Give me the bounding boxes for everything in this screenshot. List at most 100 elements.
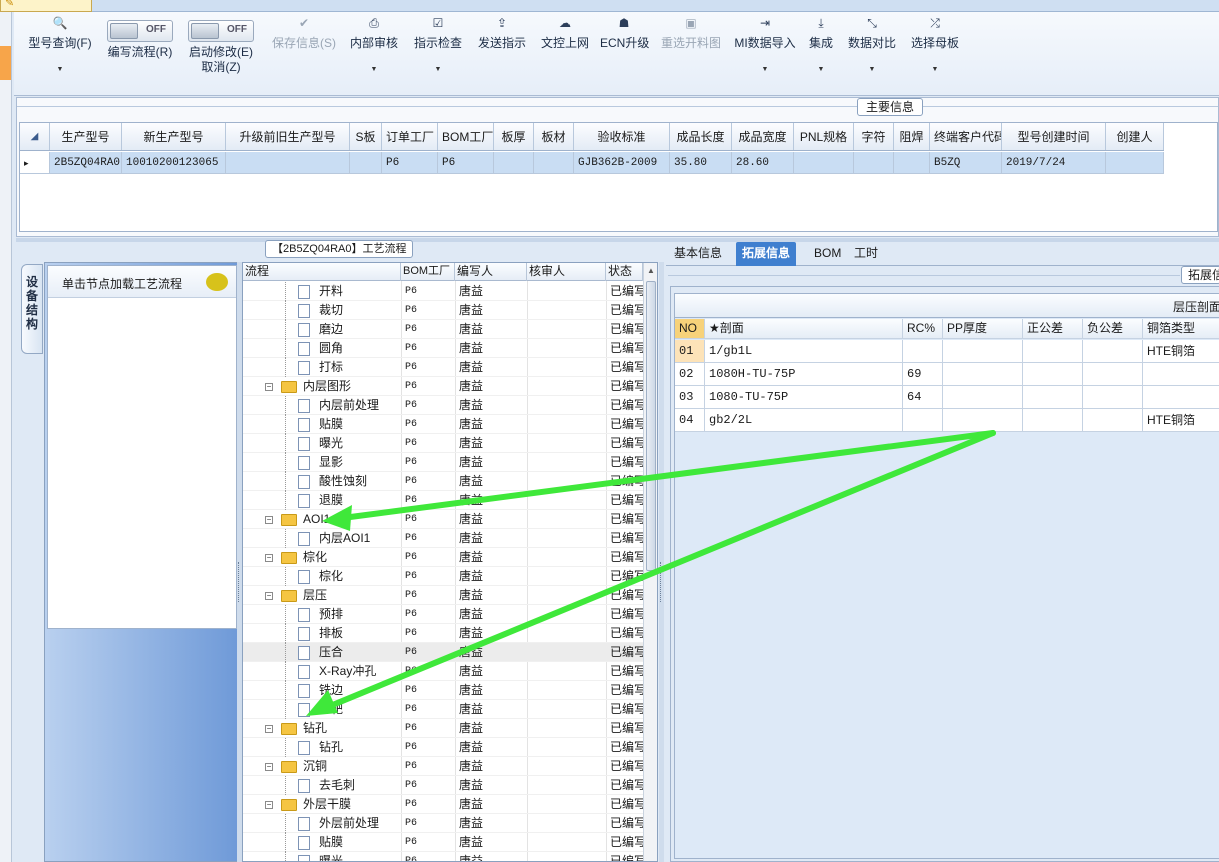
scroll-up-icon[interactable]: ▲ (647, 266, 655, 275)
table-cell[interactable] (1143, 363, 1219, 385)
column-header[interactable]: PP厚度 (943, 319, 1023, 338)
chevron-down-icon[interactable]: ▼ (730, 66, 800, 73)
table-cell[interactable] (1023, 363, 1083, 385)
table-cell[interactable]: 2019/7/24 (1002, 152, 1106, 173)
column-header[interactable]: 负公差 (1083, 319, 1143, 338)
table-cell[interactable] (903, 340, 943, 362)
tree-node[interactable]: 外层前处理 P6 唐益 已编写 (243, 814, 643, 833)
collapse-icon[interactable]: − (265, 383, 273, 391)
tree-node[interactable]: 曝光 P6 唐益 已编写 (243, 434, 643, 453)
table-cell[interactable]: 03 (675, 386, 705, 408)
chevron-down-icon[interactable]: ▼ (907, 66, 963, 73)
table-cell[interactable]: 28.60 (732, 152, 794, 173)
tree-node[interactable]: 去毛刺 P6 唐益 已编写 (243, 776, 643, 795)
table-cell[interactable] (1023, 386, 1083, 408)
column-header[interactable]: 订单工厂 (382, 123, 438, 150)
tab-3[interactable]: 工时 (848, 242, 884, 266)
enable-edit-toggle[interactable]: OFF 启动修改(E) 取消(Z) (182, 12, 260, 96)
table-cell[interactable] (1083, 386, 1143, 408)
table-cell[interactable] (943, 340, 1023, 362)
chevron-down-icon[interactable]: ▼ (20, 66, 100, 73)
tree-node[interactable]: 压合 P6 唐益 已编写 (243, 643, 643, 662)
reselect-chart-button[interactable]: ▣ 重选开料图 (656, 12, 726, 96)
column-header[interactable]: 阻焊 (894, 123, 930, 150)
tree-node[interactable]: 打标 P6 唐益 已编写 (243, 358, 643, 377)
collapse-icon[interactable]: − (265, 725, 273, 733)
tree-node[interactable]: 贴膜 P6 唐益 已编写 (243, 415, 643, 434)
column-header[interactable]: BOM工厂 (438, 123, 494, 150)
upload-doc-button[interactable]: ☁ 文控上网 (537, 12, 593, 96)
table-cell[interactable] (1083, 363, 1143, 385)
toggle-switch[interactable]: OFF (188, 20, 254, 42)
tab-0[interactable]: 基本信息 (668, 242, 728, 266)
table-cell[interactable] (1083, 340, 1143, 362)
table-cell[interactable]: 69 (903, 363, 943, 385)
tree-node[interactable]: 退膜 P6 唐益 已编写 (243, 491, 643, 510)
tree-node[interactable]: 磨边 P6 唐益 已编写 (243, 320, 643, 339)
tree-node[interactable]: 钻孔 P6 唐益 已编写 (243, 738, 643, 757)
collapse-icon[interactable]: − (265, 516, 273, 524)
tab-2[interactable]: BOM (808, 242, 847, 266)
chevron-down-icon[interactable]: ▼ (845, 66, 899, 73)
table-cell[interactable]: P6 (382, 152, 438, 173)
internal-review-button[interactable]: ⎙ 内部审核 ▼ (346, 12, 402, 96)
tree-node[interactable]: 贴膜 P6 唐益 已编写 (243, 833, 643, 852)
column-header[interactable]: 型号创建时间 (1002, 123, 1106, 150)
column-header[interactable]: 验收标准 (574, 123, 670, 150)
table-cell[interactable]: GJB362B-2009 (574, 152, 670, 173)
table-cell[interactable]: 2B5ZQ04RA0 (50, 152, 122, 173)
tree-node[interactable]: 预排 P6 唐益 已编写 (243, 605, 643, 624)
tree-node[interactable]: 酸性蚀刻 P6 唐益 已编写 (243, 472, 643, 491)
column-header[interactable]: 铜箔类型 (1143, 319, 1219, 338)
table-cell[interactable] (1083, 409, 1143, 431)
tree-node[interactable]: 曝光 P6 唐益 已编写 (243, 852, 643, 861)
tree-node[interactable]: X-Ray冲孔 P6 唐益 已编写 (243, 662, 643, 681)
table-cell[interactable] (943, 409, 1023, 431)
tree-node[interactable]: − 层压 P6 唐益 已编写 (243, 586, 643, 605)
tree-node[interactable]: 开料 P6 唐益 已编写 (243, 282, 643, 301)
column-header[interactable]: ★剖面 (705, 319, 903, 338)
tree-node[interactable]: − 内层图形 P6 唐益 已编写 (243, 377, 643, 396)
column-header[interactable]: 终端客户代码 (930, 123, 1002, 150)
chevron-down-icon[interactable]: ▼ (804, 66, 838, 73)
toggle-switch[interactable]: OFF (107, 20, 173, 42)
table-row[interactable]: 03 1080-TU-75P 64 (675, 386, 1219, 409)
column-header[interactable]: 字符 (854, 123, 894, 150)
tree-node[interactable]: 内层前处理 P6 唐益 已编写 (243, 396, 643, 415)
row-selector[interactable]: ▸ (20, 152, 50, 173)
tab-1[interactable]: 拓展信息 (736, 242, 797, 266)
column-header[interactable]: 板厚 (494, 123, 534, 150)
column-header[interactable]: 成品宽度 (732, 123, 794, 150)
table-cell[interactable] (794, 152, 854, 173)
tree-node[interactable]: 裁切 P6 唐益 已编写 (243, 301, 643, 320)
column-header[interactable]: PNL规格 (794, 123, 854, 150)
table-row[interactable]: 04 gb2/2L HTE铜箔 (675, 409, 1219, 432)
table-row[interactable]: ▸ 2B5ZQ04RA0 10010200123065 P6 P6 GJB362B-200… (20, 152, 1164, 174)
table-cell[interactable]: 1/gb1L (705, 340, 903, 362)
cancel-button[interactable]: 取消(Z) (182, 60, 260, 75)
column-header[interactable]: S板 (350, 123, 382, 150)
column-header[interactable]: RC% (903, 319, 943, 338)
table-cell[interactable]: 01 (675, 340, 705, 362)
collapse-icon[interactable]: − (265, 554, 273, 562)
save-button[interactable]: ✔ 保存信息(S) (266, 12, 342, 96)
table-cell[interactable]: gb2/2L (705, 409, 903, 431)
collapse-icon[interactable]: − (265, 801, 273, 809)
table-cell[interactable] (534, 152, 574, 173)
tree-node[interactable]: − 沉铜 P6 唐益 已编写 (243, 757, 643, 776)
tree-node[interactable]: 排板 P6 唐益 已编写 (243, 624, 643, 643)
tab-device-structure[interactable]: 设备结构 (21, 264, 43, 354)
tree-node[interactable]: 棕化 P6 唐益 已编写 (243, 567, 643, 586)
ecn-upgrade-button[interactable]: ☗ ECN升级 (600, 12, 649, 96)
table-cell[interactable] (494, 152, 534, 173)
table-cell[interactable] (350, 152, 382, 173)
model-query-button[interactable]: 🔍 型号查询(F) ▼ (20, 12, 100, 96)
table-cell[interactable] (1023, 340, 1083, 362)
table-cell[interactable] (854, 152, 894, 173)
tree-node[interactable]: 打靶 P6 唐益 已编写 (243, 700, 643, 719)
tree-node[interactable]: 铣边 P6 唐益 已编写 (243, 681, 643, 700)
table-cell[interactable]: 1080H-TU-75P (705, 363, 903, 385)
right-splitter[interactable] (659, 262, 664, 862)
tree-node[interactable]: − 外层干膜 P6 唐益 已编写 (243, 795, 643, 814)
instruction-check-button[interactable]: ☑ 指示检查 ▼ (410, 12, 466, 96)
